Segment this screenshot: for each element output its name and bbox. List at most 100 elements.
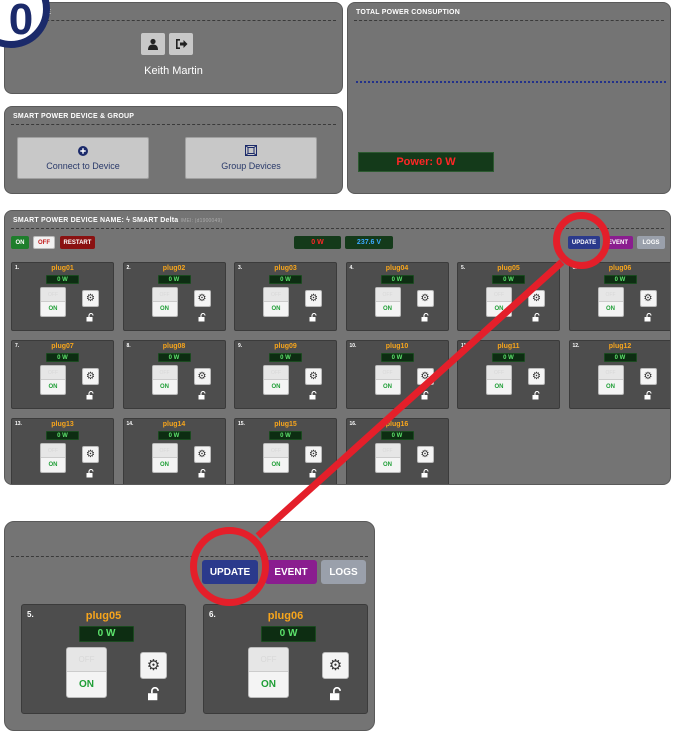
plug-toggle[interactable]: OFF ON	[597, 365, 624, 395]
plug-off-button[interactable]: OFF	[598, 366, 623, 380]
unlock-icon[interactable]	[532, 312, 542, 322]
plug-off-button[interactable]: OFF	[598, 288, 623, 302]
zoom-event-button[interactable]: EVENT	[265, 560, 317, 584]
all-on-button[interactable]: ON	[11, 236, 29, 249]
plug-on-button[interactable]: ON	[264, 380, 288, 394]
gear-icon[interactable]: ⚙	[193, 446, 211, 463]
plug-toggle[interactable]: OFF ON	[151, 443, 178, 473]
user-icon-button[interactable]	[141, 33, 165, 55]
all-off-button[interactable]: OFF	[33, 236, 55, 249]
plug-on-button[interactable]: ON	[153, 458, 177, 472]
gear-icon[interactable]: ⚙	[193, 368, 211, 385]
plug-off-button[interactable]: OFF	[41, 366, 65, 380]
plug-off-button[interactable]: OFF	[152, 366, 177, 380]
plug-off-button[interactable]: OFF	[41, 288, 65, 302]
unlock-icon[interactable]	[309, 468, 319, 478]
gear-icon[interactable]: ⚙	[82, 368, 99, 385]
restart-button[interactable]: RESTART	[60, 236, 95, 249]
plug-toggle[interactable]: OFF ON	[151, 287, 178, 317]
plug-toggle[interactable]: OFF ON	[151, 365, 178, 395]
plug-toggle[interactable]: OFF ON	[40, 443, 66, 473]
plug-off-button[interactable]: OFF	[375, 288, 400, 302]
plug-on-button[interactable]: ON	[599, 380, 623, 394]
plug-on-button[interactable]: ON	[264, 302, 288, 316]
plug-off-button[interactable]: OFF	[249, 648, 288, 672]
plug-name[interactable]: plug10	[347, 343, 448, 350]
plug-name[interactable]: plug02	[124, 265, 225, 272]
zoom-logs-button[interactable]: LOGS	[321, 560, 366, 584]
plug-on-button[interactable]: ON	[264, 458, 288, 472]
gear-icon[interactable]: ⚙	[416, 290, 434, 307]
unlock-icon[interactable]	[86, 390, 96, 400]
plug-name[interactable]: plug13	[12, 421, 113, 428]
plug-toggle[interactable]: OFF ON	[374, 443, 401, 473]
plug-on-button[interactable]: ON	[376, 380, 400, 394]
unlock-icon[interactable]	[86, 312, 96, 322]
plug-toggle[interactable]: OFF ON	[40, 365, 66, 395]
plug-on-button[interactable]: ON	[599, 302, 623, 316]
plug-toggle[interactable]: OFF ON	[263, 365, 289, 395]
unlock-icon[interactable]	[421, 312, 431, 322]
plug-name[interactable]: plug07	[12, 343, 113, 350]
gear-icon[interactable]: ⚙	[305, 446, 322, 463]
unlock-icon[interactable]	[198, 390, 208, 400]
plug-on-button[interactable]: ON	[153, 380, 177, 394]
unlock-icon[interactable]	[329, 687, 345, 701]
gear-icon[interactable]: ⚙	[416, 368, 434, 385]
plug-toggle[interactable]: OFF ON	[66, 647, 107, 698]
plug-name[interactable]: plug01	[12, 265, 113, 272]
plug-toggle[interactable]: OFF ON	[40, 287, 66, 317]
plug-toggle[interactable]: OFF ON	[263, 443, 289, 473]
plug-toggle[interactable]: OFF ON	[374, 365, 401, 395]
gear-icon[interactable]: ⚙	[416, 446, 434, 463]
unlock-icon[interactable]	[532, 390, 542, 400]
plug-on-button[interactable]: ON	[487, 302, 511, 316]
gear-icon[interactable]: ⚙	[140, 652, 167, 679]
plug-off-button[interactable]: OFF	[264, 288, 288, 302]
plug-off-button[interactable]: OFF	[41, 444, 65, 458]
gear-icon[interactable]: ⚙	[82, 446, 99, 463]
plug-on-button[interactable]: ON	[41, 302, 65, 316]
plug-off-button[interactable]: OFF	[487, 288, 511, 302]
plug-off-button[interactable]: OFF	[152, 444, 177, 458]
unlock-icon[interactable]	[644, 312, 654, 322]
gear-icon[interactable]: ⚙	[82, 290, 99, 307]
gear-icon[interactable]: ⚙	[528, 290, 545, 307]
logs-button[interactable]: LOGS	[637, 236, 665, 249]
unlock-icon[interactable]	[309, 390, 319, 400]
logout-icon-button[interactable]	[169, 33, 193, 55]
unlock-icon[interactable]	[198, 468, 208, 478]
plug-off-button[interactable]: OFF	[375, 366, 400, 380]
unlock-icon[interactable]	[147, 687, 163, 701]
plug-name[interactable]: plug09	[235, 343, 336, 350]
plug-name[interactable]: plug11	[458, 343, 559, 350]
gear-icon[interactable]: ⚙	[639, 368, 657, 385]
plug-off-button[interactable]: OFF	[264, 444, 288, 458]
plug-name[interactable]: plug06	[204, 610, 367, 622]
plug-on-button[interactable]: ON	[67, 672, 106, 697]
connect-to-device-button[interactable]: Connect to Device	[17, 137, 149, 179]
unlock-icon[interactable]	[198, 312, 208, 322]
plug-toggle[interactable]: OFF ON	[597, 287, 624, 317]
unlock-icon[interactable]	[644, 390, 654, 400]
plug-toggle[interactable]: OFF ON	[374, 287, 401, 317]
plug-toggle[interactable]: OFF ON	[486, 365, 512, 395]
unlock-icon[interactable]	[86, 468, 96, 478]
plug-on-button[interactable]: ON	[376, 458, 400, 472]
gear-icon[interactable]: ⚙	[322, 652, 349, 679]
plug-on-button[interactable]: ON	[41, 458, 65, 472]
gear-icon[interactable]: ⚙	[305, 368, 322, 385]
plug-on-button[interactable]: ON	[41, 380, 65, 394]
plug-name[interactable]: plug16	[347, 421, 448, 428]
plug-on-button[interactable]: ON	[153, 302, 177, 316]
plug-name[interactable]: plug05	[22, 610, 185, 622]
gear-icon[interactable]: ⚙	[639, 290, 657, 307]
plug-name[interactable]: plug14	[124, 421, 225, 428]
plug-name[interactable]: plug08	[124, 343, 225, 350]
plug-off-button[interactable]: OFF	[264, 366, 288, 380]
plug-off-button[interactable]: OFF	[67, 648, 106, 672]
gear-icon[interactable]: ⚙	[305, 290, 322, 307]
plug-off-button[interactable]: OFF	[487, 366, 511, 380]
gear-icon[interactable]: ⚙	[193, 290, 211, 307]
plug-off-button[interactable]: OFF	[375, 444, 400, 458]
